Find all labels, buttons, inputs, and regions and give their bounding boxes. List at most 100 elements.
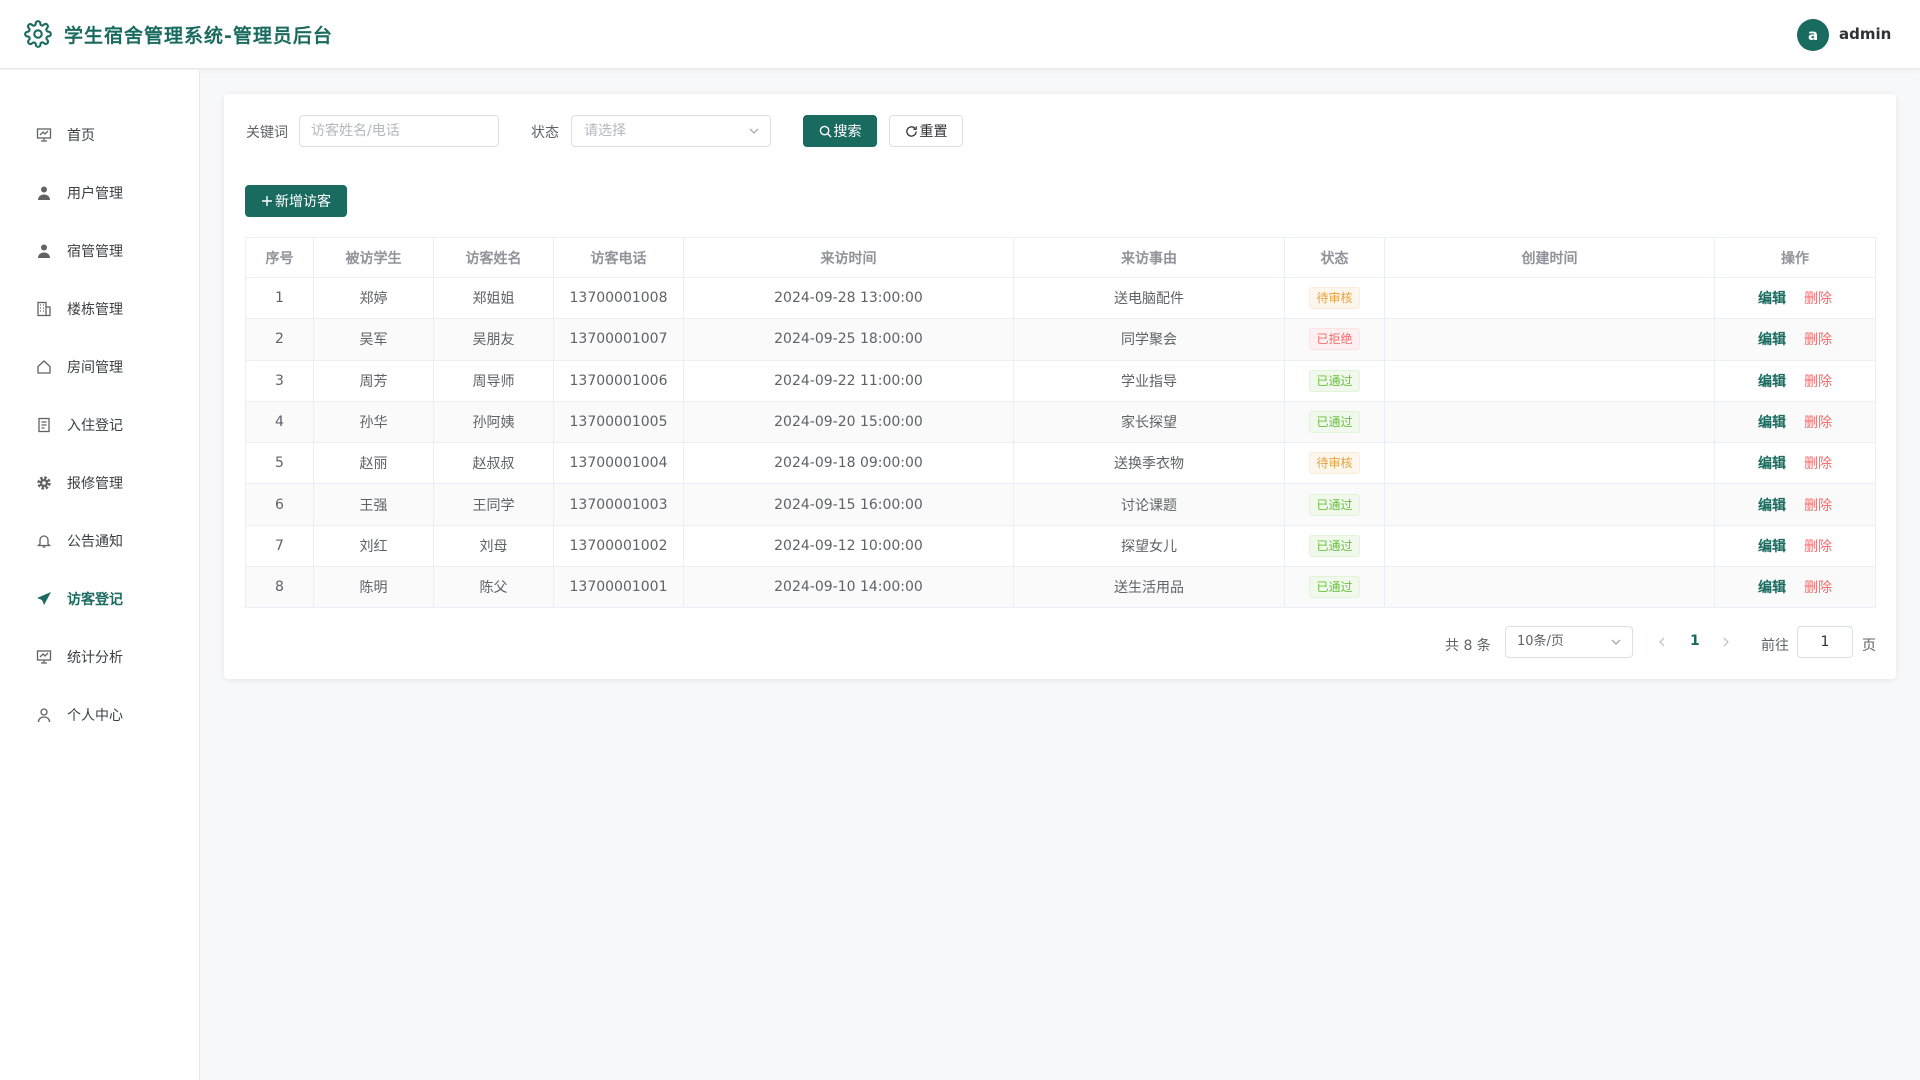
delete-button[interactable]: 删除: [1804, 498, 1832, 514]
sidebar-item-profile[interactable]: 个人中心: [0, 686, 199, 744]
sidebar-item-notices[interactable]: 公告通知: [0, 512, 199, 570]
page-size-value: 10条/页: [1517, 634, 1564, 649]
column-header: 状态: [1284, 237, 1385, 278]
house-icon: [35, 358, 53, 376]
table-row: 8 陈明 陈父 13700001001 2024-09-10 14:00:00 送生活用品…: [245, 566, 1876, 609]
cell-actions: 编辑 删除: [1714, 442, 1876, 485]
edit-button[interactable]: 编辑: [1758, 539, 1786, 555]
user-icon: [35, 184, 53, 202]
edit-button[interactable]: 编辑: [1758, 456, 1786, 472]
keyword-search-input[interactable]: [299, 115, 499, 147]
status-badge: 待审核: [1309, 452, 1360, 475]
sidebar-item-statistics[interactable]: 统计分析: [0, 628, 199, 686]
table-row: 1 郑婷 郑姐姐 13700001008 2024-09-28 13:00:00 送电脑配…: [245, 276, 1876, 320]
cell-status: 已拒绝: [1284, 318, 1385, 361]
delete-button[interactable]: 删除: [1804, 291, 1832, 307]
cell-no: 6: [245, 483, 314, 526]
building-icon: [35, 300, 53, 318]
edit-button[interactable]: 编辑: [1758, 498, 1786, 514]
page-suffix: 页: [1862, 638, 1876, 654]
sidebar-item-checkin[interactable]: 入住登记: [0, 396, 199, 454]
goto-page-input[interactable]: [1797, 626, 1853, 658]
cell-phone: 13700001002: [553, 524, 684, 568]
sidebar-item-visitors[interactable]: 访客登记: [0, 570, 199, 628]
avatar[interactable]: a: [1797, 19, 1829, 51]
sidebar-item-label: 宿管管理: [67, 244, 123, 260]
cell-reason: 送生活用品: [1013, 566, 1285, 609]
cell-time: 2024-09-12 10:00:00: [683, 524, 1014, 568]
status-badge: 已拒绝: [1309, 328, 1360, 351]
cell-reason: 送换季衣物: [1013, 442, 1285, 485]
username[interactable]: admin: [1839, 25, 1891, 43]
cell-time: 2024-09-10 14:00:00: [683, 566, 1014, 609]
delete-button[interactable]: 删除: [1804, 539, 1832, 555]
document-icon: [35, 416, 53, 434]
goto-label: 前往: [1761, 638, 1789, 654]
page-size-select[interactable]: 10条/页: [1505, 626, 1633, 658]
edit-button[interactable]: 编辑: [1758, 291, 1786, 307]
pagination-total: 共 8 条: [1445, 638, 1491, 654]
cell-status: 待审核: [1284, 276, 1385, 320]
cell-reason: 同学聚会: [1013, 318, 1285, 361]
app-title: 学生宿舍管理系统-管理员后台: [64, 25, 333, 47]
cell-no: 1: [245, 276, 314, 320]
edit-button[interactable]: 编辑: [1758, 332, 1786, 348]
sidebar-item-managers[interactable]: 宿管管理: [0, 222, 199, 280]
sidebar-item-label: 楼栋管理: [67, 302, 123, 318]
delete-button[interactable]: 删除: [1804, 374, 1832, 390]
delete-button[interactable]: 删除: [1804, 580, 1832, 596]
delete-button[interactable]: 删除: [1804, 332, 1832, 348]
cell-time: 2024-09-20 15:00:00: [683, 400, 1014, 444]
top-header: 学生宿舍管理系统-管理员后台 a admin: [0, 0, 1920, 69]
dashboard-icon: [35, 126, 53, 144]
table-row: 3 周芳 周导师 13700001006 2024-09-22 11:00:00 学业指导…: [245, 359, 1876, 402]
cell-no: 8: [245, 566, 314, 609]
chevron-down-icon: [749, 128, 759, 134]
cell-no: 7: [245, 524, 314, 568]
chevron-down-icon: [1611, 639, 1621, 645]
current-page[interactable]: 1: [1690, 633, 1700, 649]
sidebar-item-home[interactable]: 首页: [0, 106, 199, 164]
edit-button[interactable]: 编辑: [1758, 415, 1786, 431]
status-select[interactable]: 请选择: [571, 115, 771, 147]
cell-actions: 编辑 删除: [1714, 318, 1876, 361]
search-button[interactable]: 搜索: [803, 115, 877, 147]
cell-student: 周芳: [313, 359, 434, 402]
cell-created: [1384, 524, 1715, 568]
sidebar-item-label: 公告通知: [67, 534, 123, 550]
column-header: 访客姓名: [433, 237, 554, 278]
sidebar-item-buildings[interactable]: 楼栋管理: [0, 280, 199, 338]
cell-visitor: 吴朋友: [433, 318, 554, 361]
cell-student: 孙华: [313, 400, 434, 444]
cell-no: 2: [245, 318, 314, 361]
delete-button[interactable]: 删除: [1804, 456, 1832, 472]
edit-button[interactable]: 编辑: [1758, 580, 1786, 596]
column-header: 操作: [1714, 237, 1876, 278]
sidebar-item-rooms[interactable]: 房间管理: [0, 338, 199, 396]
delete-button[interactable]: 删除: [1804, 415, 1832, 431]
cell-reason: 学业指导: [1013, 359, 1285, 402]
cell-student: 郑婷: [313, 276, 434, 320]
sidebar-item-label: 入住登记: [67, 418, 123, 434]
sidebar-item-repairs[interactable]: 报修管理: [0, 454, 199, 512]
table-row: 5 赵丽 赵叔叔 13700001004 2024-09-18 09:00:00 送换季衣…: [245, 442, 1876, 485]
cell-visitor: 王同学: [433, 483, 554, 526]
add-visitor-label: 新增访客: [275, 194, 331, 210]
reset-button[interactable]: 重置: [889, 115, 963, 147]
sidebar-item-users[interactable]: 用户管理: [0, 164, 199, 222]
cell-reason: 送电脑配件: [1013, 276, 1285, 320]
cell-status: 已通过: [1284, 400, 1385, 444]
prev-page-icon[interactable]: [1654, 632, 1670, 652]
sidebar-item-label: 访客登记: [67, 592, 123, 608]
column-header: 访客电话: [553, 237, 684, 278]
cell-visitor: 周导师: [433, 359, 554, 402]
table-header: 序号 被访学生 访客姓名 访客电话 来访时间 来访事由 状态 创建时间 操作: [245, 237, 1876, 278]
manager-icon: [35, 242, 53, 260]
cell-created: [1384, 442, 1715, 485]
add-visitor-button[interactable]: 新增访客: [245, 185, 347, 217]
cell-time: 2024-09-28 13:00:00: [683, 276, 1014, 320]
table-row: 2 吴军 吴朋友 13700001007 2024-09-25 18:00:00 同学聚会…: [245, 318, 1876, 361]
cell-phone: 13700001004: [553, 442, 684, 485]
edit-button[interactable]: 编辑: [1758, 374, 1786, 390]
next-page-icon[interactable]: [1718, 632, 1734, 652]
